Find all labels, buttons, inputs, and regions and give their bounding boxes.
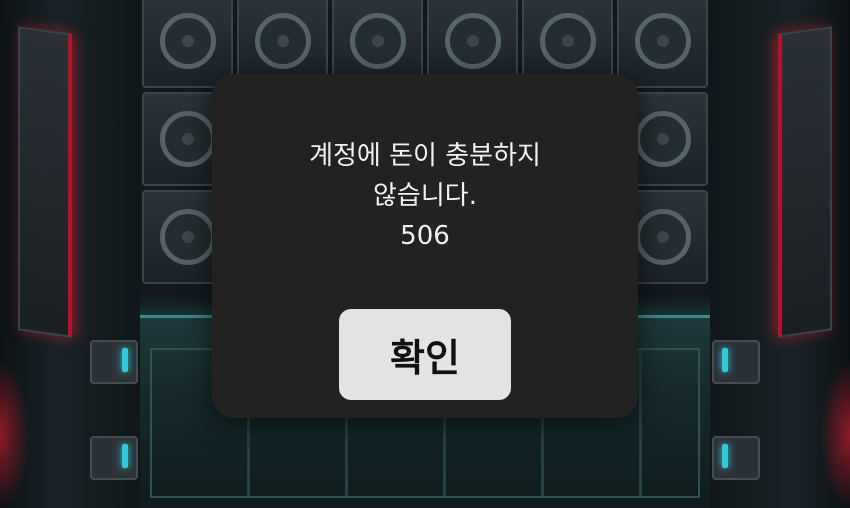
confirm-button[interactable]: 확인 bbox=[339, 309, 511, 400]
dialog-message: 계정에 돈이 충분하지 않습니다. 506 bbox=[232, 136, 618, 256]
message-line-1: 계정에 돈이 충분하지 bbox=[309, 141, 541, 171]
red-glow bbox=[0, 360, 30, 508]
right-pillar bbox=[710, 0, 850, 508]
vault-cell bbox=[142, 0, 233, 88]
vault-cell bbox=[617, 0, 708, 88]
error-code: 506 bbox=[400, 221, 450, 251]
red-light-panel bbox=[18, 26, 72, 338]
left-pillar bbox=[0, 0, 140, 508]
insufficient-funds-dialog: 계정에 돈이 충분하지 않습니다. 506 확인 bbox=[212, 74, 638, 418]
cyan-clamp bbox=[90, 436, 138, 480]
game-scene: 계정에 돈이 충분하지 않습니다. 506 확인 bbox=[0, 0, 850, 508]
cyan-clamp bbox=[712, 340, 760, 384]
red-glow bbox=[820, 360, 850, 508]
cyan-clamp bbox=[712, 436, 760, 480]
message-line-2: 않습니다. bbox=[373, 181, 477, 211]
red-light-panel bbox=[778, 26, 832, 338]
cyan-clamp bbox=[90, 340, 138, 384]
